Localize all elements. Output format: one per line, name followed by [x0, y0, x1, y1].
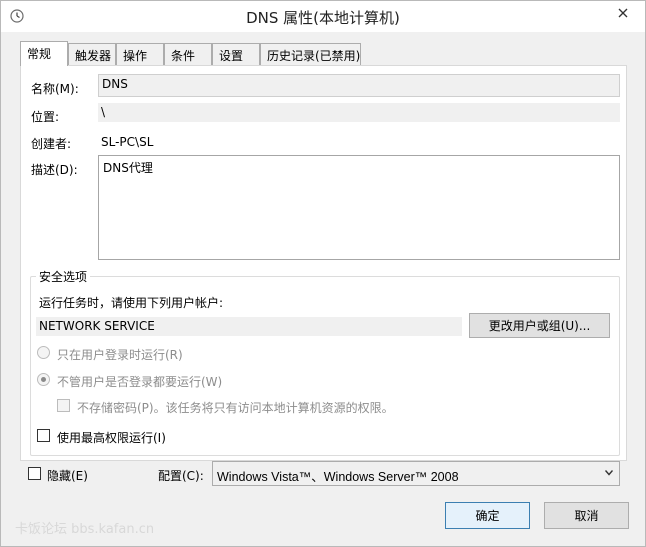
- ok-button[interactable]: 确定: [445, 502, 530, 529]
- location-field: \: [98, 103, 620, 122]
- title-bar: DNS 属性(本地计算机): [1, 1, 645, 32]
- no-store-password-label: 不存储密码(P)。该任务将只有访问本地计算机资源的权限。: [77, 401, 394, 415]
- chevron-down-icon: [605, 470, 613, 476]
- radio-run-whether-logged-on-label: 不管用户是否登录都要运行(W): [57, 375, 223, 389]
- radio-run-whether-logged-on[interactable]: [37, 373, 50, 386]
- tab-general[interactable]: 常规: [20, 41, 68, 66]
- hidden-label: 隐藏(E): [47, 469, 88, 483]
- watermark-text: 卡饭论坛 bbs.kafan.cn: [15, 522, 155, 537]
- security-options-title: 安全选项: [36, 268, 91, 285]
- author-label: 创建者:: [31, 137, 72, 151]
- configure-select-value: Windows Vista™、Windows Server™ 2008: [217, 470, 459, 484]
- cancel-button[interactable]: 取消: [544, 502, 629, 529]
- tab-actions[interactable]: 操作: [116, 43, 164, 65]
- properties-dialog: DNS 属性(本地计算机) 常规 触发器 操作 条件 设置 历史记录(已禁用) …: [0, 0, 646, 547]
- author-value: SL-PC\SL: [101, 135, 154, 149]
- tab-conditions[interactable]: 条件: [164, 43, 212, 65]
- close-button[interactable]: [607, 1, 639, 25]
- window-title: DNS 属性(本地计算机): [246, 9, 400, 27]
- change-user-button[interactable]: 更改用户或组(U)...: [469, 313, 610, 338]
- run-as-prompt: 运行任务时，请使用下列用户帐户:: [39, 296, 224, 310]
- name-label: 名称(M):: [31, 82, 79, 96]
- radio-run-only-logged-on-label: 只在用户登录时运行(R): [57, 348, 183, 362]
- hidden-checkbox[interactable]: [28, 467, 41, 480]
- name-field[interactable]: DNS: [98, 74, 620, 97]
- user-account-field: NETWORK SERVICE: [36, 317, 462, 336]
- tab-settings[interactable]: 设置: [212, 43, 260, 65]
- configure-label: 配置(C):: [158, 469, 204, 483]
- radio-selected-dot: [41, 377, 46, 382]
- highest-privileges-checkbox[interactable]: [37, 429, 50, 442]
- highest-privileges-label: 使用最高权限运行(I): [57, 431, 166, 445]
- description-textarea[interactable]: DNS代理: [98, 155, 620, 260]
- configure-select[interactable]: Windows Vista™、Windows Server™ 2008: [212, 461, 620, 486]
- tab-history[interactable]: 历史记录(已禁用): [260, 43, 361, 65]
- radio-run-only-logged-on[interactable]: [37, 346, 50, 359]
- location-label: 位置:: [31, 110, 60, 124]
- description-label: 描述(D):: [31, 163, 78, 177]
- tab-triggers[interactable]: 触发器: [68, 43, 116, 65]
- no-store-password-checkbox[interactable]: [57, 399, 70, 412]
- close-icon: [618, 8, 628, 18]
